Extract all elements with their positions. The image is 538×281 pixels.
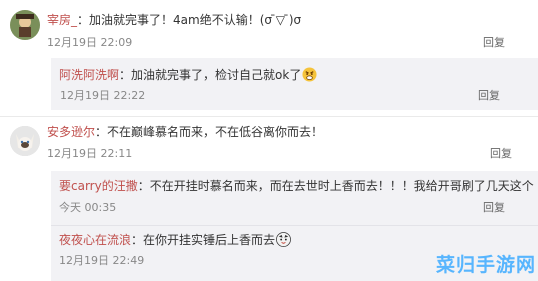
reply-time: 12月19日 22:22 [60,89,146,102]
avatar[interactable] [10,126,40,156]
reply-button[interactable]: 回复 [478,89,500,103]
reply-time: 12月19日 22:49 [59,254,145,267]
doge-face-emoji-icon [276,232,291,247]
comment-username[interactable]: 安多逊尔 [47,125,95,139]
reply-item: 阿洗阿洗啊：加油就完事了，检讨自己就ok了 12月19日 22:22 回复 [51,58,538,110]
comment-time: 12月19日 22:11 [47,147,133,160]
reply-text: 不在开挂时慕名而来，而在去世时上香而去！！！我给开哥刷了几天这个 [149,179,534,193]
reply-text: 加油就完事了，检讨自己就ok了 [131,68,302,82]
avatar[interactable] [10,10,40,40]
avatar-image [10,126,40,156]
reply-text-line: 夜夜心在流浪：在你开挂实锤后上香而去 [59,232,291,248]
reply-text-line: 阿洗阿洗啊：加油就完事了，检讨自己就ok了 [59,67,317,83]
comment-time: 12月19日 22:09 [47,36,133,49]
username-separator: ： [95,125,108,139]
comment-item: 安多逊尔：不在巅峰慕名而来，不在低谷离你而去！ 12月19日 22:11 回复 [0,117,538,171]
reply-button[interactable]: 回复 [483,201,505,215]
reply-username[interactable]: 阿洗阿洗啊 [59,68,119,82]
angry-face-emoji-icon [302,67,317,82]
comment-text-line: 安多逊尔：不在巅峰慕名而来，不在低谷离你而去！ [47,124,323,140]
site-watermark: 菜归手游网 [435,254,536,276]
reply-item: 要carry的汪撒：不在开挂时慕名而来，而在去世时上香而去！！！我给开哥刷了几天… [51,171,538,225]
comment-text: 不在巅峰慕名而来，不在低谷离你而去！ [107,125,324,139]
username-separator: ： [131,233,144,247]
comment-item: 宰房_：加油就完事了！4am绝不认输！(σ ̄▽ ̄)σ 12月19日 22:0… [0,0,538,58]
username-separator: ： [137,179,150,193]
reply-button[interactable]: 回复 [483,36,505,50]
username-separator: ： [119,68,132,82]
username-separator: ： [77,13,90,27]
comment-text: 加油就完事了！4am绝不认输！(σ ̄▽ ̄)σ [89,13,302,27]
avatar-image [10,10,40,40]
comment-text-line: 宰房_：加油就完事了！4am绝不认输！(σ ̄▽ ̄)σ [47,12,301,28]
reply-username[interactable]: 夜夜心在流浪 [59,233,131,247]
reply-text: 在你开挂实锤后上香而去 [143,233,276,247]
reply-text-line: 要carry的汪撒：不在开挂时慕名而来，而在去世时上香而去！！！我给开哥刷了几天… [59,178,534,194]
reply-username[interactable]: 要carry的汪撒 [59,179,138,193]
comment-username[interactable]: 宰房_ [47,13,77,27]
reply-button[interactable]: 回复 [490,147,512,161]
reply-time: 今天 00:35 [59,201,117,214]
